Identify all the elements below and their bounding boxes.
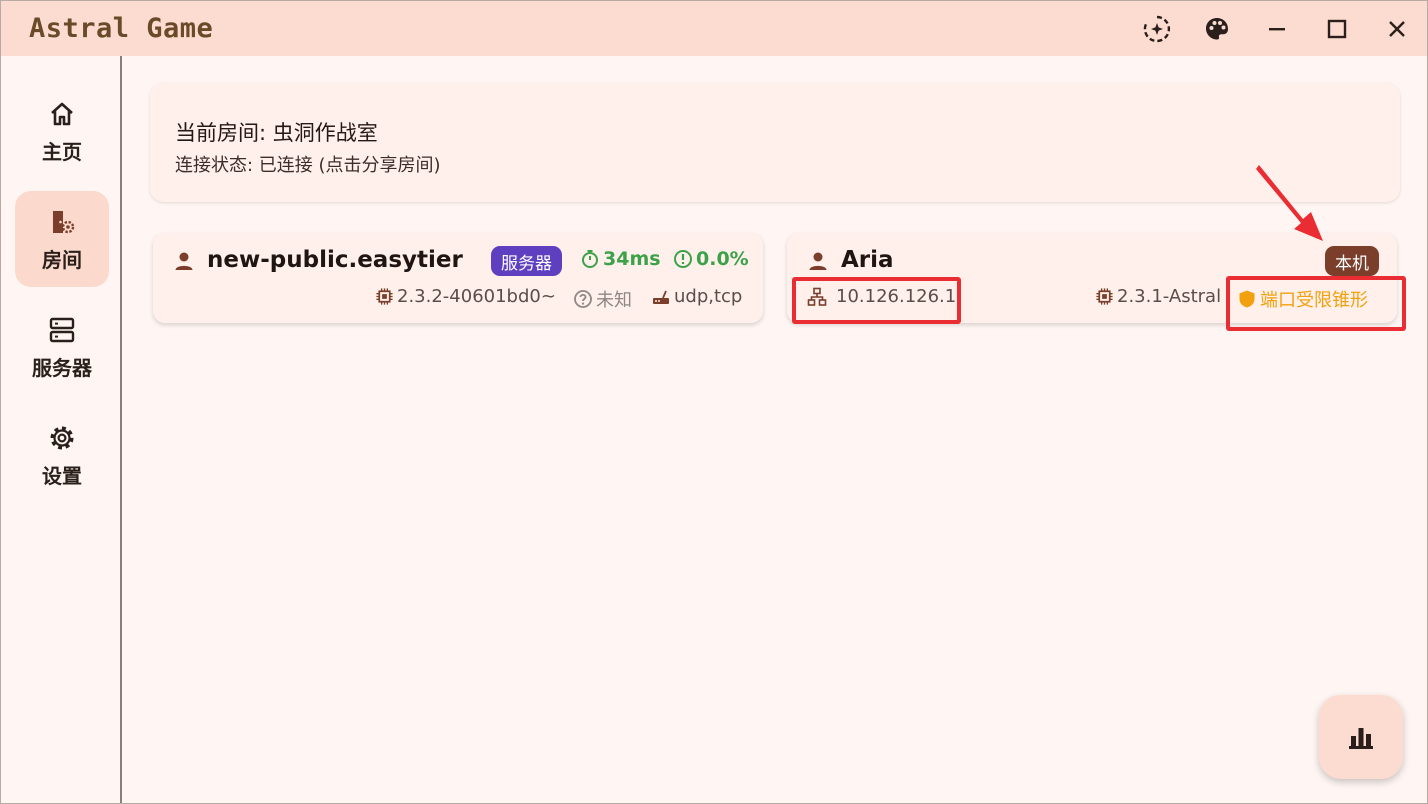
stats-fab-button[interactable] xyxy=(1319,695,1403,779)
protocol-value: udp,tcp xyxy=(674,286,743,307)
nat-metric: 端口受限锥形 xyxy=(1237,286,1368,312)
user-icon xyxy=(175,252,193,270)
palette-icon[interactable] xyxy=(1199,11,1235,47)
version-value: 2.3.2-40601bd0~ xyxy=(397,286,556,307)
home-icon xyxy=(46,98,78,130)
title-bar[interactable]: Astral Game xyxy=(1,1,1427,56)
packet-loss-value: 0.0% xyxy=(696,248,749,270)
peer-name: new-public.easytier xyxy=(207,247,463,273)
room-settings-icon xyxy=(46,206,78,238)
nat-metric: 未知 xyxy=(573,286,632,312)
user-icon xyxy=(809,252,827,270)
sidebar-item-label: 主页 xyxy=(42,139,82,164)
chip-icon xyxy=(1096,288,1113,305)
nat-value: 端口受限锥形 xyxy=(1260,290,1368,311)
app-title: Astral Game xyxy=(29,13,214,44)
packet-loss-metric: 0.0% xyxy=(673,248,749,270)
shield-icon xyxy=(1239,290,1255,308)
sidebar-item-server[interactable]: 服务器 xyxy=(15,299,109,395)
network-icon xyxy=(807,287,827,306)
close-icon[interactable] xyxy=(1379,11,1415,47)
minimize-icon[interactable] xyxy=(1259,11,1295,47)
nat-value: 未知 xyxy=(596,290,632,311)
app-window: Astral Game 主页 房间 服务器 设置 当前房间: 虫洞作战室 连接状… xyxy=(0,0,1428,804)
latency-value: 34ms xyxy=(603,248,661,270)
sidebar-item-home[interactable]: 主页 xyxy=(15,83,109,179)
maximize-icon[interactable] xyxy=(1319,11,1355,47)
sidebar-item-room[interactable]: 房间 xyxy=(15,191,109,287)
sidebar-item-label: 设置 xyxy=(42,463,82,488)
room-title: 当前房间: 虫洞作战室 xyxy=(175,121,378,145)
chip-icon xyxy=(376,288,393,305)
peer-card-local[interactable]: Aria 本机 10.126.126.1 2.3.1-Astral 端口受限锥形 xyxy=(787,233,1397,323)
server-badge: 服务器 xyxy=(491,246,562,276)
sidebar-item-label: 房间 xyxy=(42,247,82,272)
version-metric: 2.3.1-Astral xyxy=(1095,286,1221,307)
bar-chart-icon xyxy=(1349,728,1373,749)
room-info-card[interactable]: 当前房间: 虫洞作战室 连接状态: 已连接 (点击分享房间) xyxy=(150,83,1400,202)
latency-metric: 34ms xyxy=(580,248,661,270)
sidebar-nav: 主页 房间 服务器 设置 xyxy=(1,56,122,803)
version-metric: 2.3.2-40601bd0~ xyxy=(375,286,556,307)
server-icon xyxy=(46,314,78,346)
timer-icon xyxy=(582,250,598,268)
help-circle-icon xyxy=(574,290,592,308)
sparkle-sync-icon[interactable] xyxy=(1139,11,1175,47)
version-value: 2.3.1-Astral xyxy=(1117,286,1222,307)
router-icon xyxy=(653,290,669,304)
local-badge: 本机 xyxy=(1325,246,1379,276)
peer-name: Aria xyxy=(841,247,894,273)
sidebar-item-label: 服务器 xyxy=(32,355,92,380)
protocol-metric: udp,tcp xyxy=(651,286,742,307)
annotation-arrow xyxy=(1256,165,1323,241)
peer-card-server[interactable]: new-public.easytier 服务器 34ms 0.0% 2.3.2-… xyxy=(153,233,763,323)
ip-metric: 10.126.126.1 xyxy=(807,286,956,307)
connection-status[interactable]: 连接状态: 已连接 (点击分享房间) xyxy=(175,151,441,177)
sidebar-item-settings[interactable]: 设置 xyxy=(15,407,109,503)
gear-icon xyxy=(46,422,78,454)
alert-circle-icon xyxy=(674,250,692,268)
ip-value: 10.126.126.1 xyxy=(836,286,957,307)
